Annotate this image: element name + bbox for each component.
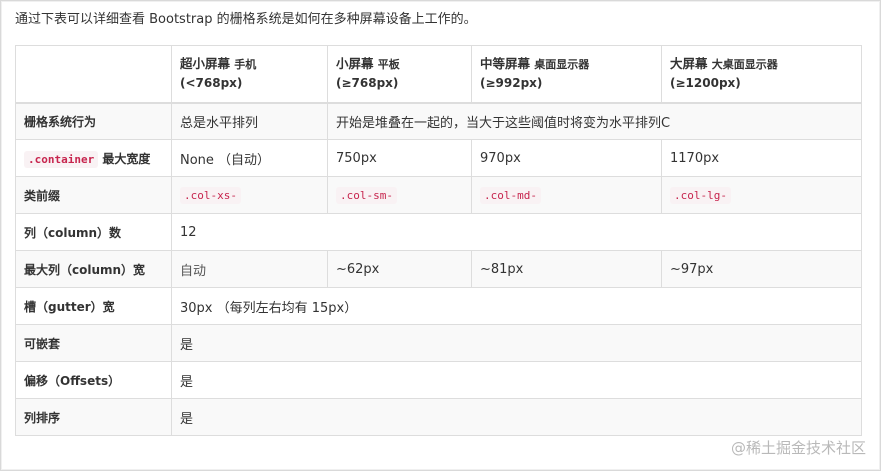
row-label: 偏移（Offsets） xyxy=(15,361,172,399)
prefix-code: .col-xs- xyxy=(180,186,241,204)
header-sub: 桌面显示器 xyxy=(534,58,590,72)
table-row-column-count: 列（column）数 12 xyxy=(15,213,862,251)
table-row-container-width: .container 最大宽度 None （自动） 750px 970px 11… xyxy=(15,139,862,177)
header-sub: 手机 xyxy=(234,58,257,72)
header-range: (≥992px) xyxy=(480,76,543,91)
row-label: 最大列（column）宽 xyxy=(15,250,172,288)
header-main: 中等屏幕 xyxy=(480,56,531,72)
prefix-code: .col-sm- xyxy=(336,186,397,204)
cell-sm-to-lg: 开始是堆叠在一起的，当大于这些阈值时将变为水平排列C xyxy=(327,102,862,140)
row-label: 栅格系统行为 xyxy=(15,102,172,140)
header-range: (≥1200px) xyxy=(670,76,741,91)
cell-sm: 750px xyxy=(327,139,472,177)
cell-md: ~81px xyxy=(471,250,662,288)
cell-xs: .col-xs- xyxy=(171,176,328,214)
grid-table: 超小屏幕 手机 (<768px) 小屏幕 平板 (≥768px) 中等屏幕 桌面… xyxy=(15,45,862,436)
table-row-grid-behavior: 栅格系统行为 总是水平排列 开始是堆叠在一起的，当大于这些阈值时将变为水平排列C xyxy=(15,102,862,140)
table-row-gutter: 槽（gutter）宽 30px （每列左右均有 15px） xyxy=(15,287,862,325)
table-row-class-prefix: 类前缀 .col-xs- .col-sm- .col-md- .col-lg- xyxy=(15,176,862,214)
header-cell-lg: 大屏幕 大桌面显示器 (≥1200px) xyxy=(661,45,862,103)
prefix-code: .col-lg- xyxy=(670,186,731,204)
cell-all: 30px （每列左右均有 15px） xyxy=(171,287,862,325)
header-cell-xs: 超小屏幕 手机 (<768px) xyxy=(171,45,328,103)
table-row-column-ordering: 列排序 是 xyxy=(15,398,862,436)
cell-lg: ~97px xyxy=(661,250,862,288)
header-range: (<768px) xyxy=(180,76,243,91)
cell-all: 12 xyxy=(171,213,862,251)
cell-xs: 总是水平排列 xyxy=(171,102,328,140)
cell-md: .col-md- xyxy=(471,176,662,214)
header-main: 小屏幕 xyxy=(336,56,374,72)
header-sub: 平板 xyxy=(377,58,400,72)
row-label: 类前缀 xyxy=(15,176,172,214)
cell-sm: ~62px xyxy=(327,250,472,288)
header-cell-empty xyxy=(15,45,172,103)
table-row-offsets: 偏移（Offsets） 是 xyxy=(15,361,862,399)
header-main: 大屏幕 xyxy=(670,56,708,72)
cell-sm: .col-sm- xyxy=(327,176,472,214)
row-label-text: 最大宽度 xyxy=(102,151,151,166)
cell-lg: .col-lg- xyxy=(661,176,862,214)
header-cell-sm: 小屏幕 平板 (≥768px) xyxy=(327,45,472,103)
prefix-code: .col-md- xyxy=(480,186,541,204)
row-label: 列（column）数 xyxy=(15,213,172,251)
row-label: 槽（gutter）宽 xyxy=(15,287,172,325)
cell-all: 是 xyxy=(171,361,862,399)
header-sub: 大桌面显示器 xyxy=(711,58,778,72)
table-row-column-width: 最大列（column）宽 自动 ~62px ~81px ~97px xyxy=(15,250,862,288)
table-row-nestable: 可嵌套 是 xyxy=(15,324,862,362)
cell-lg: 1170px xyxy=(661,139,862,177)
cell-xs: None （自动） xyxy=(171,139,328,177)
table-header-row: 超小屏幕 手机 (<768px) 小屏幕 平板 (≥768px) 中等屏幕 桌面… xyxy=(15,45,862,103)
cell-xs: 自动 xyxy=(171,250,328,288)
container-code: .container xyxy=(24,150,99,168)
header-range: (≥768px) xyxy=(336,76,399,91)
cell-all: 是 xyxy=(171,398,862,436)
content-frame: 通过下表可以详细查看 Bootstrap 的栅格系统是如何在多种屏幕设备上工作的… xyxy=(0,0,881,471)
header-cell-md: 中等屏幕 桌面显示器 (≥992px) xyxy=(471,45,662,103)
intro-text: 通过下表可以详细查看 Bootstrap 的栅格系统是如何在多种屏幕设备上工作的… xyxy=(15,12,477,27)
row-label: 可嵌套 xyxy=(15,324,172,362)
row-label: 列排序 xyxy=(15,398,172,436)
row-label: .container 最大宽度 xyxy=(15,139,172,177)
cell-all: 是 xyxy=(171,324,862,362)
cell-md: 970px xyxy=(471,139,662,177)
watermark: @稀土掘金技术社区 xyxy=(730,439,866,457)
header-main: 超小屏幕 xyxy=(180,56,231,72)
